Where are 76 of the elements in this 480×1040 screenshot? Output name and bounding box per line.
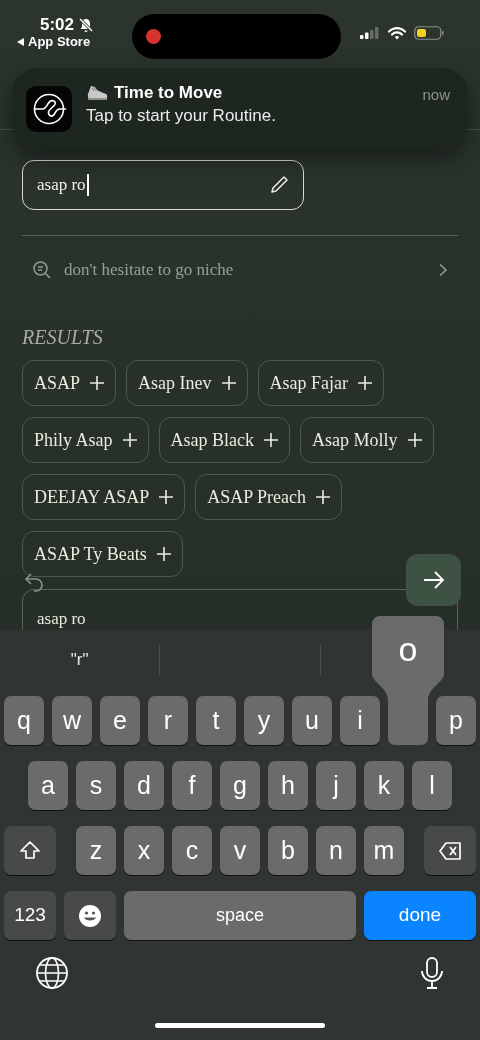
pressed-key-popup[interactable]: o: [372, 616, 444, 745]
results-heading: RESULTS: [22, 327, 104, 347]
plus-icon: [407, 433, 422, 447]
letter-key[interactable]: v: [220, 826, 260, 875]
result-chip[interactable]: Asap Fajar: [257, 360, 384, 406]
letter-key[interactable]: a: [28, 761, 68, 810]
notification-banner[interactable]: Time to Move Tap to start your Routine. now: [12, 68, 468, 150]
search-icon: [32, 260, 52, 280]
letter-key[interactable]: p: [436, 696, 476, 745]
microphone-icon[interactable]: [419, 956, 445, 990]
letter-key[interactable]: z: [76, 826, 116, 875]
letter-key[interactable]: k: [364, 761, 404, 810]
pencil-icon: [269, 175, 289, 195]
letter-key[interactable]: c: [172, 826, 212, 875]
emoji-icon: [78, 903, 102, 928]
letter-key[interactable]: j: [316, 761, 356, 810]
done-button[interactable]: done: [364, 891, 476, 940]
shift-key[interactable]: [4, 826, 56, 875]
chevron-right-icon: [438, 263, 448, 277]
letter-key[interactable]: f: [172, 761, 212, 810]
letter-key[interactable]: l: [412, 761, 452, 810]
text-cursor: [86, 174, 89, 196]
letter-key[interactable]: y: [244, 696, 284, 745]
suggestion-item[interactable]: "r": [70, 647, 89, 673]
letter-key[interactable]: h: [268, 761, 308, 810]
emoji-key[interactable]: [64, 891, 116, 940]
plus-icon: [264, 433, 278, 447]
letter-key[interactable]: u: [292, 696, 332, 745]
result-chip[interactable]: ASAP Ty Beats: [22, 531, 183, 577]
plus-icon: [90, 376, 105, 390]
letter-key[interactable]: n: [316, 826, 356, 875]
letter-key[interactable]: b: [268, 826, 308, 875]
undo-icon: [24, 572, 46, 592]
app-icon: [26, 86, 72, 132]
letter-key[interactable]: m: [364, 826, 404, 875]
letter-key[interactable]: q: [4, 696, 44, 745]
plus-icon: [122, 433, 137, 447]
send-button[interactable]: [406, 554, 461, 606]
letter-key[interactable]: x: [124, 826, 164, 875]
result-chip[interactable]: ASAP: [22, 360, 117, 406]
letter-key[interactable]: s: [76, 761, 116, 810]
numbers-key[interactable]: 123: [4, 891, 56, 940]
arrow-right-icon: [422, 571, 445, 589]
letter-key[interactable]: i: [340, 696, 380, 745]
result-chip[interactable]: Phily Asap: [22, 417, 149, 463]
notification-title: Time to Move: [114, 82, 223, 104]
notification-time: now: [422, 85, 450, 105]
plus-icon: [358, 376, 372, 390]
status-time: 5:02: [40, 16, 75, 33]
letter-key[interactable]: e: [100, 696, 140, 745]
letter-key[interactable]: r: [148, 696, 188, 745]
delete-key[interactable]: [424, 826, 476, 875]
plus-icon: [156, 547, 171, 561]
plus-icon: [221, 376, 236, 390]
bell-slash-icon: [78, 16, 95, 33]
battery-icon: [414, 26, 444, 40]
result-chip[interactable]: DEEJAY ASAP: [22, 474, 186, 520]
hint-text[interactable]: don't hesitate to go niche: [64, 257, 438, 283]
wifi-icon: [388, 26, 406, 40]
result-chip[interactable]: ASAP Preach: [195, 474, 343, 520]
plus-icon: [316, 490, 331, 504]
letter-key[interactable]: d: [124, 761, 164, 810]
globe-icon[interactable]: [35, 956, 69, 990]
result-chip[interactable]: Asap Molly: [300, 417, 434, 463]
signal-icon: [360, 27, 380, 39]
plus-icon: [159, 490, 174, 504]
back-to-app-link[interactable]: App Store: [28, 35, 91, 48]
result-chip[interactable]: Asap Black: [158, 417, 290, 463]
search-field[interactable]: asap ro: [22, 160, 304, 210]
back-triangle-icon: [16, 36, 25, 47]
notification-body: Tap to start your Routine.: [86, 105, 277, 127]
result-chip[interactable]: Asap Inev: [126, 360, 248, 406]
letter-key[interactable]: g: [220, 761, 260, 810]
space-bar[interactable]: space: [124, 891, 356, 940]
letter-key[interactable]: w: [52, 696, 92, 745]
letter-key[interactable]: t: [196, 696, 236, 745]
